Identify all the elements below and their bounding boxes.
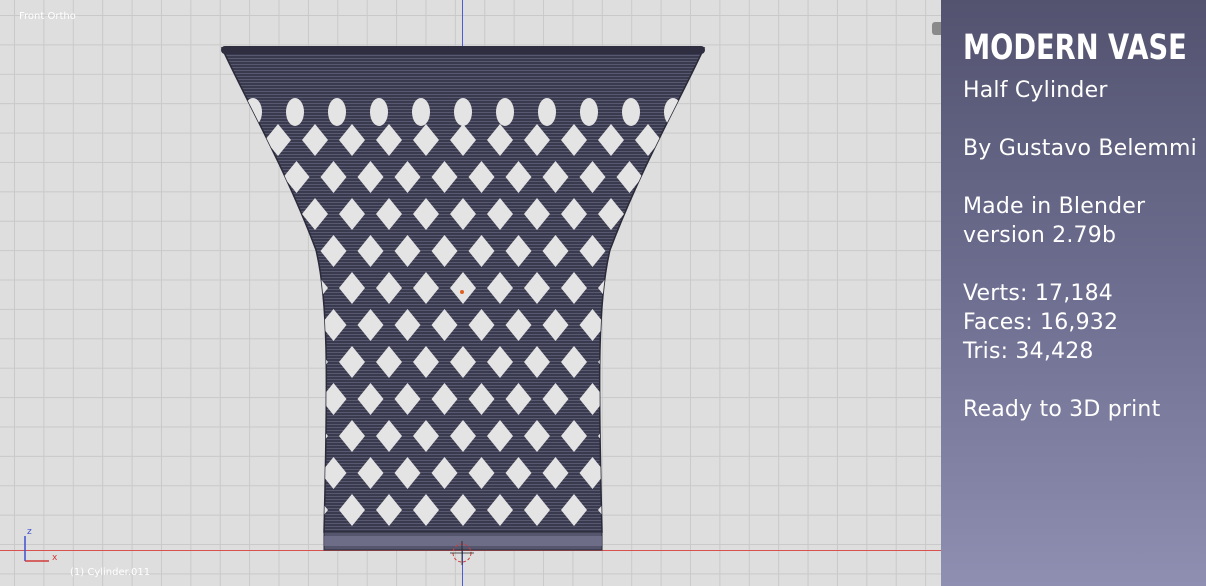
info-note: Ready to 3D print bbox=[963, 397, 1161, 422]
lattice-opening bbox=[265, 346, 291, 378]
panel-resize-handle[interactable] bbox=[932, 22, 941, 35]
lattice-opening bbox=[672, 272, 698, 304]
axis-gizmo: z x bbox=[24, 527, 58, 563]
lattice-opening bbox=[283, 383, 310, 415]
lattice-opening bbox=[328, 98, 346, 126]
lattice-opening bbox=[246, 161, 273, 193]
3d-cursor-icon[interactable] bbox=[450, 541, 474, 565]
lattice-opening bbox=[598, 346, 624, 378]
lattice-opening bbox=[690, 457, 704, 489]
lattice-opening bbox=[265, 272, 291, 304]
lattice-opening bbox=[222, 457, 236, 489]
lattice-opening bbox=[265, 494, 291, 526]
lattice-opening bbox=[653, 235, 680, 267]
lattice-opening bbox=[228, 346, 254, 378]
info-version: version 2.79b bbox=[963, 223, 1117, 248]
lattice-opening bbox=[653, 161, 680, 193]
lattice-opening bbox=[616, 309, 643, 341]
info-tris: Tris: 34,428 bbox=[963, 339, 1094, 364]
vase-model[interactable] bbox=[220, 40, 706, 552]
lattice-opening bbox=[370, 98, 388, 126]
lattice-opening bbox=[283, 457, 310, 489]
info-author: By Gustavo Belemmi bbox=[963, 136, 1197, 161]
lattice-opening bbox=[635, 420, 661, 452]
view-name-label: Front Ortho bbox=[19, 11, 76, 22]
lattice-opening bbox=[672, 346, 698, 378]
lattice-opening bbox=[228, 494, 254, 526]
lattice-opening bbox=[222, 235, 236, 267]
lattice-opening bbox=[598, 420, 624, 452]
lattice-opening bbox=[283, 309, 310, 341]
info-subtitle: Half Cylinder bbox=[963, 78, 1108, 103]
3d-viewport[interactable]: Front Ortho z x (1) Cylinder.011 bbox=[0, 0, 941, 586]
lattice-opening bbox=[265, 198, 291, 230]
object-name-label: (1) Cylinder.011 bbox=[70, 567, 151, 578]
lattice-opening bbox=[635, 198, 661, 230]
lattice-opening bbox=[222, 383, 236, 415]
lattice-opening bbox=[616, 383, 643, 415]
lattice-opening bbox=[635, 346, 661, 378]
vase-rim bbox=[221, 46, 705, 54]
lattice-opening bbox=[412, 98, 430, 126]
lattice-opening bbox=[454, 98, 472, 126]
lattice-opening bbox=[653, 383, 680, 415]
lattice-opening bbox=[302, 420, 328, 452]
lattice-opening bbox=[538, 98, 556, 126]
lattice-opening bbox=[246, 309, 273, 341]
lattice-opening bbox=[616, 235, 643, 267]
lattice-opening bbox=[653, 309, 680, 341]
lattice-opening bbox=[653, 457, 680, 489]
info-panel: MODERN VASE Half Cylinder By Gustavo Bel… bbox=[941, 0, 1206, 586]
axis-x-label: x bbox=[52, 553, 58, 563]
lattice-opening bbox=[246, 457, 273, 489]
lattice-opening bbox=[580, 98, 598, 126]
lattice-opening bbox=[690, 161, 704, 193]
object-origin bbox=[460, 290, 464, 294]
lattice-opening bbox=[283, 235, 310, 267]
lattice-opening bbox=[616, 457, 643, 489]
lattice-opening bbox=[635, 272, 661, 304]
lattice-opening bbox=[228, 272, 254, 304]
info-verts: Verts: 17,184 bbox=[963, 281, 1113, 306]
info-made-in: Made in Blender bbox=[963, 194, 1146, 219]
lattice-opening bbox=[265, 420, 291, 452]
lattice-opening bbox=[228, 198, 254, 230]
lattice-opening bbox=[222, 309, 236, 341]
lattice-opening bbox=[496, 98, 514, 126]
lattice-opening bbox=[302, 346, 328, 378]
info-title: MODERN VASE bbox=[963, 28, 1187, 68]
lattice-opening bbox=[672, 198, 698, 230]
axis-z-label: z bbox=[27, 527, 32, 537]
lattice-opening bbox=[622, 98, 640, 126]
lattice-opening bbox=[246, 235, 273, 267]
lattice-opening bbox=[672, 420, 698, 452]
lattice-opening bbox=[228, 124, 254, 156]
lattice-opening bbox=[222, 161, 236, 193]
info-faces: Faces: 16,932 bbox=[963, 310, 1119, 335]
lattice-opening bbox=[690, 235, 704, 267]
lattice-opening bbox=[286, 98, 304, 126]
lattice-opening bbox=[672, 124, 698, 156]
lattice-opening bbox=[672, 494, 698, 526]
lattice-opening bbox=[246, 383, 273, 415]
lattice-opening bbox=[690, 309, 704, 341]
lattice-opening bbox=[690, 383, 704, 415]
lattice-opening bbox=[228, 420, 254, 452]
lattice-opening bbox=[635, 494, 661, 526]
